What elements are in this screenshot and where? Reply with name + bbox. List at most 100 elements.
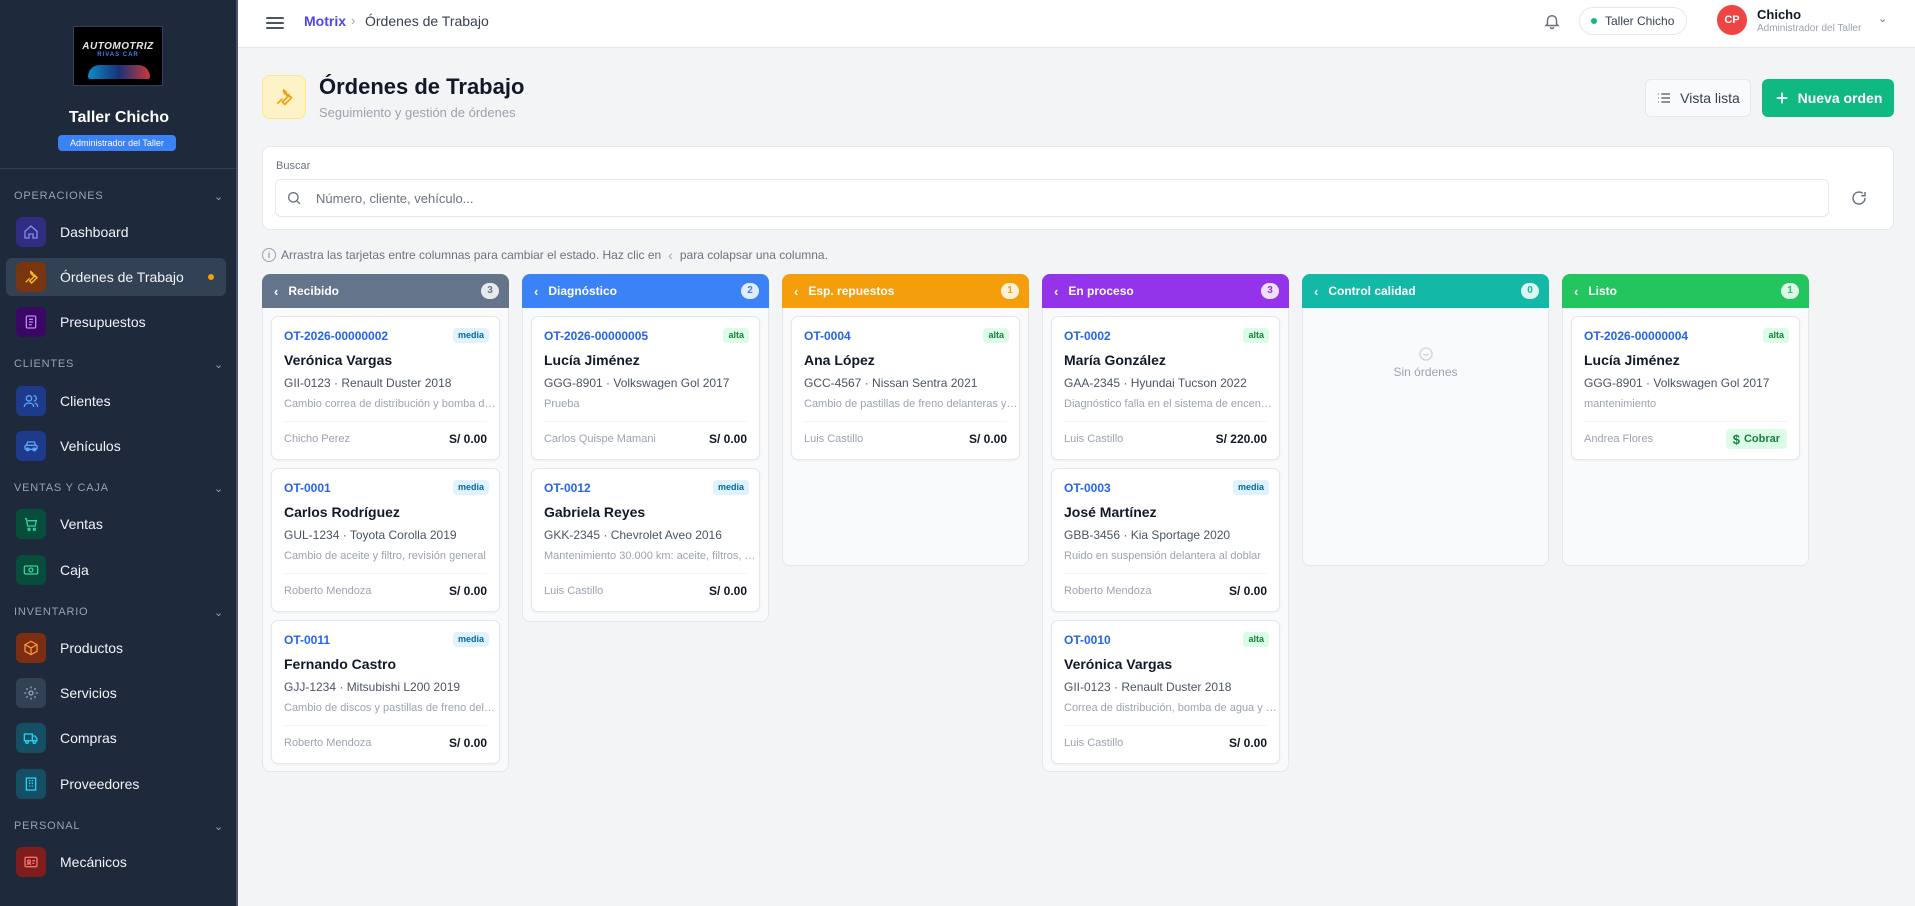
kanban-column: ‹ Esp. repuestos 1 OT-0004 alta Ana López GCC-… xyxy=(782,274,1029,566)
list-view-button[interactable]: Vista lista xyxy=(1645,79,1751,117)
chevron-left-icon[interactable]: ‹ xyxy=(274,284,278,299)
workshop-selector[interactable]: Taller Chicho xyxy=(1579,7,1687,35)
order-card[interactable]: OT-0003 media José Martínez GBB-3456 · Kia … xyxy=(1051,468,1280,612)
column-header[interactable]: ‹ En proceso 3 xyxy=(1042,274,1289,308)
order-description: Correa de distribución, bomba de agua y … xyxy=(1064,702,1278,714)
section-ventas-caja[interactable]: VENTAS Y CAJA ⌄ xyxy=(14,482,224,495)
order-amount: S/ 0.00 xyxy=(708,584,747,598)
order-number[interactable]: OT-0012 xyxy=(544,481,591,495)
sidebar-item-dashboard[interactable]: Dashboard xyxy=(6,213,226,251)
order-description: Mantenimiento 30.000 km: aceite, filtros… xyxy=(544,550,758,562)
priority-badge: media xyxy=(712,480,749,495)
search-label: Buscar xyxy=(276,160,311,172)
empty-state-text: Sin órdenes xyxy=(1393,365,1458,379)
user-role: Administrador del Taller xyxy=(1757,23,1862,34)
order-number[interactable]: OT-2026-00000004 xyxy=(1584,329,1688,343)
chevron-left-icon[interactable]: ‹ xyxy=(1574,284,1578,299)
order-number[interactable]: OT-0003 xyxy=(1064,481,1111,495)
column-title: Esp. repuestos xyxy=(808,284,895,298)
vehicle-info: GAA-2345 · Hyundai Tucson 2022 xyxy=(1064,376,1247,390)
card-divider xyxy=(284,421,487,422)
order-card[interactable]: OT-0004 alta Ana López GCC-4567 · Nissan Se… xyxy=(791,316,1020,460)
sidebar-item-mecanicos[interactable]: Mecánicos xyxy=(6,843,226,881)
section-label: OPERACIONES xyxy=(14,190,104,202)
mechanic-name: Luis Castillo xyxy=(1064,737,1124,749)
refresh-icon[interactable] xyxy=(1850,189,1870,209)
sidebar-item-presupuestos[interactable]: Presupuestos xyxy=(6,303,226,341)
avatar[interactable]: CP xyxy=(1717,5,1747,35)
new-order-button[interactable]: Nueva orden xyxy=(1762,79,1894,117)
search-card: Buscar xyxy=(262,146,1894,230)
user-name[interactable]: Chicho xyxy=(1757,7,1801,22)
sidebar-item-productos[interactable]: Productos xyxy=(6,629,226,667)
sidebar-scrollbar[interactable] xyxy=(236,0,238,906)
home-icon xyxy=(16,217,46,247)
sidebar-item-vehiculos[interactable]: Vehículos xyxy=(6,427,226,465)
chevron-left-icon[interactable]: ‹ xyxy=(1314,284,1318,299)
order-amount: S/ 0.00 xyxy=(448,584,487,598)
sidebar-item-ventas[interactable]: Ventas xyxy=(6,505,226,543)
card-divider xyxy=(1064,725,1267,726)
order-amount: S/ 0.00 xyxy=(448,736,487,750)
kanban-column: ‹ Control calidad 0 Sin órdenes xyxy=(1302,274,1549,566)
search-input[interactable] xyxy=(316,180,1816,216)
order-number[interactable]: OT-0010 xyxy=(1064,633,1111,647)
order-description: Cambio de aceite y filtro, revisión gene… xyxy=(284,550,486,562)
column-count-badge: 0 xyxy=(1521,283,1539,299)
column-header[interactable]: ‹ Esp. repuestos 1 xyxy=(782,274,1029,308)
section-operaciones[interactable]: OPERACIONES ⌄ xyxy=(14,190,224,203)
order-number[interactable]: OT-0002 xyxy=(1064,329,1111,343)
order-number[interactable]: OT-0001 xyxy=(284,481,331,495)
chevron-down-icon: ⌄ xyxy=(213,821,224,833)
client-name: Verónica Vargas xyxy=(284,352,393,368)
menu-icon[interactable] xyxy=(266,14,284,32)
order-card[interactable]: OT-0011 media Fernando Castro GJJ-1234 · Mi… xyxy=(271,620,500,764)
order-number[interactable]: OT-0011 xyxy=(284,633,330,647)
order-card[interactable]: OT-2026-00000002 media Verónica Vargas GII-… xyxy=(271,316,500,460)
topbar: Motrix › Órdenes de Trabajo Taller Chich… xyxy=(238,0,1915,48)
vehicle-info: GII-0123 · Renault Duster 2018 xyxy=(1064,680,1232,694)
section-clientes[interactable]: CLIENTES ⌄ xyxy=(14,358,224,371)
sidebar-item-caja[interactable]: Caja xyxy=(6,551,226,589)
search-field[interactable] xyxy=(275,179,1829,217)
order-card[interactable]: OT-2026-00000004 alta Lucía Jiménez GGG-890… xyxy=(1571,316,1800,460)
sidebar-item-clientes[interactable]: Clientes xyxy=(6,382,226,420)
list-icon xyxy=(1658,93,1671,103)
breadcrumb-root[interactable]: Motrix xyxy=(304,13,346,29)
mechanic-name: Andrea Flores xyxy=(1584,433,1654,445)
section-inventario[interactable]: INVENTARIO ⌄ xyxy=(14,606,224,619)
column-count-badge: 3 xyxy=(1261,283,1279,299)
sidebar-item-label: Servicios xyxy=(60,685,117,701)
charge-button[interactable]: $ Cobrar xyxy=(1725,429,1787,449)
sidebar-item-label: Proveedores xyxy=(60,776,140,792)
order-number[interactable]: OT-2026-00000002 xyxy=(284,329,388,343)
order-card[interactable]: OT-0012 media Gabriela Reyes GKK-2345 · Che… xyxy=(531,468,760,612)
section-personal[interactable]: PERSONAL ⌄ xyxy=(14,820,224,833)
document-icon xyxy=(16,307,46,337)
order-number[interactable]: OT-0004 xyxy=(804,329,851,343)
section-label: CLIENTES xyxy=(14,358,75,370)
section-label: PERSONAL xyxy=(14,820,81,832)
chevron-left-icon[interactable]: ‹ xyxy=(1054,284,1058,299)
sidebar-item-ordenes[interactable]: Órdenes de Trabajo xyxy=(6,258,226,296)
chevron-down-icon[interactable]: ⌄ xyxy=(1878,12,1887,25)
column-header[interactable]: ‹ Control calidad 0 xyxy=(1302,274,1549,308)
chevron-left-icon[interactable]: ‹ xyxy=(794,284,798,299)
column-header[interactable]: ‹ Recibido 3 xyxy=(262,274,509,308)
card-divider xyxy=(284,573,487,574)
order-card[interactable]: OT-2026-00000005 alta Lucía Jiménez GGG-890… xyxy=(531,316,760,460)
order-card[interactable]: OT-0001 media Carlos Rodríguez GUL-1234 · T… xyxy=(271,468,500,612)
column-header[interactable]: ‹ Listo 1 xyxy=(1562,274,1809,308)
chevron-left-icon[interactable]: ‹ xyxy=(534,284,538,299)
sidebar-item-compras[interactable]: Compras xyxy=(6,719,226,757)
column-header[interactable]: ‹ Diagnóstico 2 xyxy=(522,274,769,308)
kanban-column: ‹ Recibido 3 OT-2026-00000002 media Verónica … xyxy=(262,274,509,772)
sidebar-item-servicios[interactable]: Servicios xyxy=(6,674,226,712)
info-icon: i xyxy=(262,248,276,262)
mechanic-name: Luis Castillo xyxy=(804,433,864,445)
order-number[interactable]: OT-2026-00000005 xyxy=(544,329,648,343)
order-card[interactable]: OT-0010 alta Verónica Vargas GII-0123 · Ren… xyxy=(1051,620,1280,764)
order-card[interactable]: OT-0002 alta María González GAA-2345 · Hyun… xyxy=(1051,316,1280,460)
sidebar-item-proveedores[interactable]: Proveedores xyxy=(6,765,226,803)
bell-icon[interactable] xyxy=(1543,12,1563,32)
